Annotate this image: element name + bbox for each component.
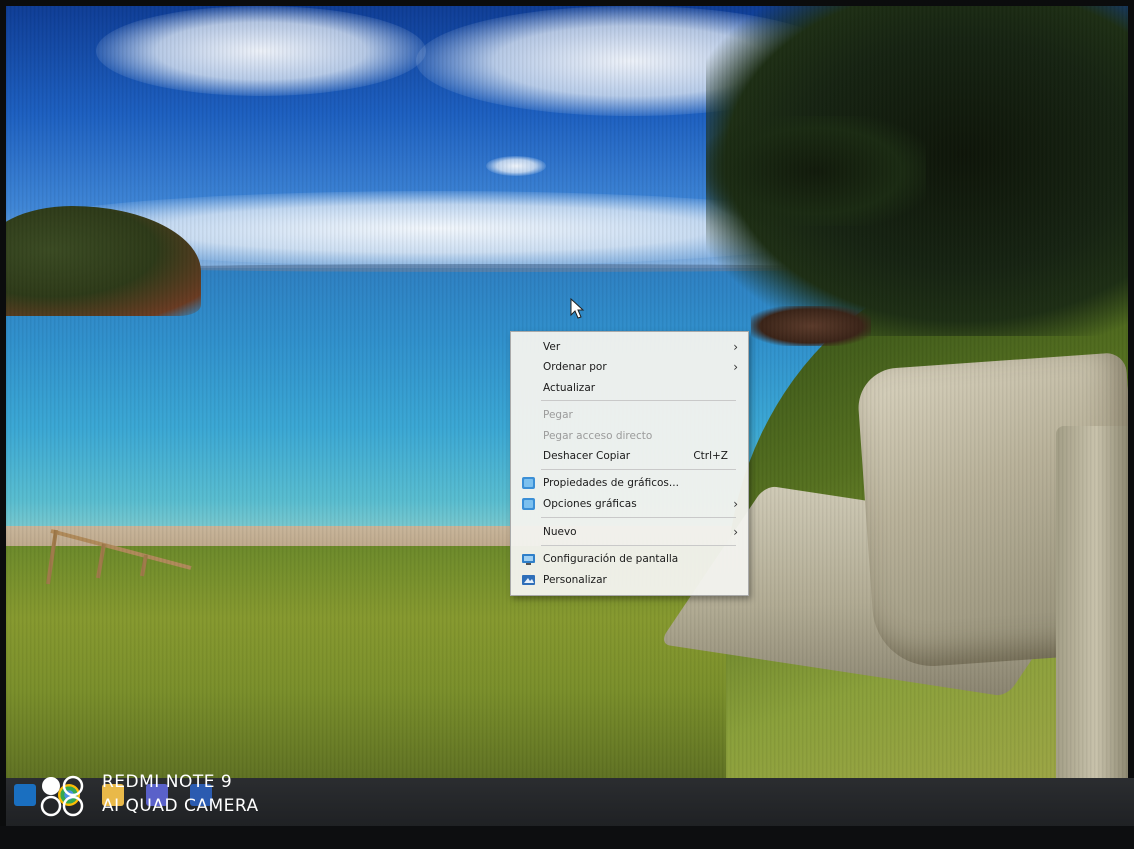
watermark-camera: AI QUAD CAMERA	[102, 796, 259, 816]
menu-separator	[541, 545, 736, 546]
menu-separator	[541, 400, 736, 401]
menu-item-nuevo[interactable]: Nuevo ›	[511, 522, 748, 542]
wallpaper-cloud	[96, 6, 426, 96]
outlook-icon[interactable]	[14, 784, 36, 806]
menu-item-personalizar[interactable]: Personalizar	[511, 570, 748, 590]
camera-lens-logo-icon	[40, 775, 84, 817]
intel-graphics-icon	[522, 477, 535, 489]
chevron-right-icon: ›	[733, 340, 738, 354]
menu-item-label: Ver	[543, 341, 561, 353]
menu-item-label: Ordenar por	[543, 361, 607, 373]
menu-item-ver[interactable]: Ver ›	[511, 337, 748, 357]
wallpaper-tree-branch	[706, 116, 926, 226]
menu-item-opciones-graficas[interactable]: Opciones gráficas ›	[511, 494, 748, 514]
menu-item-label: Actualizar	[543, 382, 596, 394]
wallpaper-bench-post	[1056, 426, 1128, 784]
menu-item-pegar[interactable]: Pegar	[511, 405, 748, 425]
wallpaper-fence	[46, 529, 192, 585]
chevron-right-icon: ›	[733, 525, 738, 539]
menu-item-label: Pegar acceso directo	[543, 430, 653, 442]
display-icon	[522, 554, 535, 565]
menu-item-deshacer-copiar[interactable]: Deshacer Copiar Ctrl+Z	[511, 446, 748, 466]
menu-item-propiedades-graficos[interactable]: Propiedades de gráficos...	[511, 473, 748, 493]
wallpaper-rocks	[751, 306, 871, 346]
menu-separator	[541, 517, 736, 518]
menu-item-configuracion-pantalla[interactable]: Configuración de pantalla	[511, 549, 748, 569]
menu-separator	[541, 469, 736, 470]
mouse-cursor-icon	[570, 298, 585, 319]
menu-item-pegar-acceso-directo[interactable]: Pegar acceso directo	[511, 426, 748, 446]
photographed-screen: Ver › Ordenar por › Actualizar Pegar Peg…	[0, 0, 1134, 849]
menu-item-label: Nuevo	[543, 526, 577, 538]
camera-watermark: REDMI NOTE 9 AI QUAD CAMERA	[40, 772, 300, 822]
chevron-right-icon: ›	[733, 497, 738, 511]
intel-graphics-icon	[522, 498, 535, 510]
menu-item-label: Deshacer Copiar	[543, 450, 631, 462]
menu-item-label: Personalizar	[543, 574, 607, 586]
wallpaper-cloud	[486, 156, 546, 176]
menu-item-label: Propiedades de gráficos...	[543, 477, 679, 489]
monitor-bezel	[0, 826, 1134, 849]
personalize-icon	[522, 575, 535, 585]
watermark-model: REDMI NOTE 9	[102, 772, 233, 792]
menu-item-shortcut: Ctrl+Z	[693, 450, 728, 462]
desktop-context-menu: Ver › Ordenar por › Actualizar Pegar Peg…	[510, 331, 749, 596]
menu-item-actualizar[interactable]: Actualizar	[511, 378, 748, 398]
menu-item-ordenar-por[interactable]: Ordenar por ›	[511, 357, 748, 377]
menu-item-label: Pegar	[543, 409, 573, 421]
menu-item-label: Opciones gráficas	[543, 498, 637, 510]
menu-item-label: Configuración de pantalla	[543, 553, 679, 565]
chevron-right-icon: ›	[733, 360, 738, 374]
